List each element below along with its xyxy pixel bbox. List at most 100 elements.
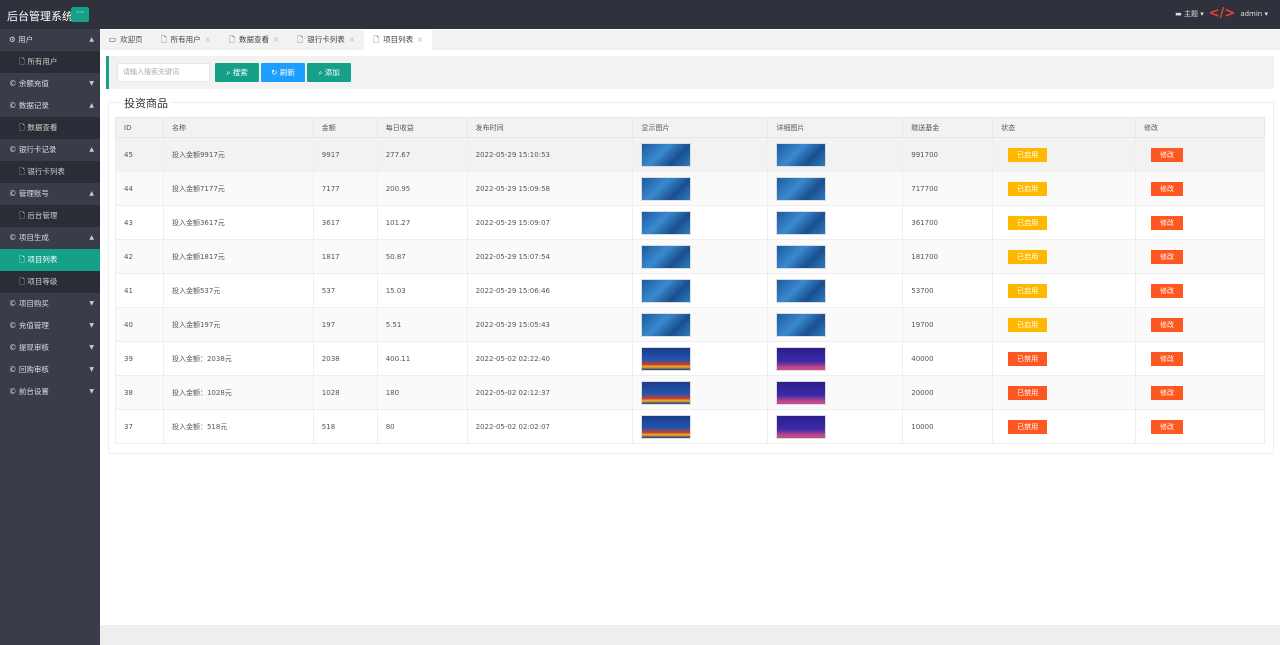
caret-down-icon: ▼ [89, 366, 94, 373]
status-button[interactable]: 已禁用 [1008, 419, 1048, 434]
sidebar-item[interactable]: 🗋 项目列表 [0, 249, 100, 271]
file-icon: 🗋 [19, 255, 26, 264]
cell-time: 2022-05-29 15:09:58 [466, 171, 634, 206]
window-icon: ▭ [109, 35, 117, 44]
edit-button[interactable]: 修改 [1151, 317, 1184, 332]
sidebar-item[interactable]: 🗋 数据查看 [0, 117, 100, 139]
sidebar-group[interactable]: © 项目购买 ▼ [0, 293, 100, 315]
display-image[interactable] [641, 312, 692, 337]
sidebar-group-label: 余额充值 [18, 79, 49, 88]
display-image[interactable] [641, 414, 692, 439]
tab[interactable]: 🗋 银行卡列表 × [288, 30, 364, 50]
chevron-down-icon: ▾ [1264, 10, 1268, 18]
cell-daily: 80 [376, 409, 468, 444]
sidebar-group[interactable]: © 回购审核 ▼ [0, 359, 100, 381]
column-header: 详细图片 [767, 117, 904, 138]
sidebar-group-label: 管理账号 [18, 189, 49, 198]
status-button[interactable]: 已禁用 [1008, 351, 1048, 366]
sidebar-group[interactable]: © 项目生成 ▲ [0, 227, 100, 249]
tab[interactable]: 🗋 数据查看 × [220, 30, 288, 50]
display-image[interactable] [641, 278, 692, 303]
display-image[interactable] [641, 210, 692, 235]
edit-button[interactable]: 修改 [1151, 283, 1184, 298]
display-image[interactable] [641, 244, 692, 269]
sidebar-group[interactable]: © 充值管理 ▼ [0, 315, 100, 337]
sidebar-group[interactable]: © 前台设置 ▼ [0, 381, 100, 403]
edit-button[interactable]: 修改 [1151, 249, 1184, 264]
caret-up-icon: ▲ [89, 36, 94, 43]
caret-up-icon: ▲ [89, 190, 94, 197]
sidebar-group[interactable]: © 提现审核 ▼ [0, 337, 100, 359]
circle-icon: © [9, 343, 17, 352]
tab[interactable]: 🗋 项目列表 × [364, 30, 433, 50]
sidebar-item[interactable]: 🗋 所有用户 [0, 51, 100, 73]
detail-image[interactable] [776, 244, 827, 269]
circle-icon: © [9, 79, 17, 88]
add-button[interactable]: ⌕ 添加 [307, 63, 351, 82]
detail-image[interactable] [776, 380, 827, 405]
detail-image[interactable] [776, 176, 827, 201]
sidebar-item[interactable]: 🗋 后台管理 [0, 205, 100, 227]
sidebar-group[interactable]: © 数据记录 ▲ [0, 95, 100, 117]
detail-image[interactable] [776, 414, 827, 439]
display-image[interactable] [641, 346, 692, 371]
tab[interactable]: ▭ 欢迎页 [100, 30, 152, 50]
status-button[interactable]: 已启用 [1008, 283, 1048, 298]
user-menu[interactable]: admin ▾ [1240, 10, 1268, 18]
sidebar-group-label: 项目生成 [18, 233, 49, 242]
close-icon[interactable]: × [417, 30, 423, 50]
edit-button[interactable]: 修改 [1151, 215, 1184, 230]
cell-name: 投入金额7177元 [162, 171, 314, 206]
detail-image[interactable] [776, 210, 827, 235]
display-image[interactable] [641, 142, 692, 167]
detail-image[interactable] [776, 312, 827, 337]
column-header: 每日收益 [376, 117, 468, 138]
status-button[interactable]: 已启用 [1008, 147, 1048, 162]
toolbar: 请输入搜索关键词 ⌕ 搜索 ↻ 刷新 ⌕ 添加 [106, 56, 1274, 89]
sidebar-group[interactable]: © 余额充值 ▼ [0, 73, 100, 95]
status-button[interactable]: 已启用 [1008, 215, 1048, 230]
search-button[interactable]: ⌕ 搜索 [215, 63, 259, 82]
edit-button[interactable]: 修改 [1151, 419, 1184, 434]
edit-button[interactable]: 修改 [1151, 351, 1184, 366]
sidebar-item[interactable]: 🗋 银行卡列表 [0, 161, 100, 183]
display-image[interactable] [641, 380, 692, 405]
circle-icon: © [9, 365, 17, 374]
tab[interactable]: 🗋 所有用户 × [152, 30, 220, 50]
edit-button[interactable]: 修改 [1151, 181, 1184, 196]
file-icon: 🗋 [19, 57, 26, 66]
menu-toggle-button[interactable]: ··· [71, 7, 89, 22]
close-icon[interactable]: × [349, 30, 355, 50]
status-button[interactable]: 已启用 [1008, 181, 1048, 196]
cell-name: 投入金额1817元 [162, 239, 314, 274]
sidebar-group[interactable]: ⚙ 用户 ▲ [0, 29, 100, 51]
cell-time: 2022-05-02 02:12:37 [466, 375, 634, 410]
caret-down-icon: ▼ [89, 80, 94, 87]
circle-icon: © [9, 101, 17, 110]
sidebar-group[interactable]: © 银行卡记录 ▲ [0, 139, 100, 161]
theme-menu[interactable]: ▬ 主题 ▾ [1175, 9, 1204, 19]
sidebar-item[interactable]: 🗋 项目等级 [0, 271, 100, 293]
table-row: 42 投入金额1817元 1817 50.87 2022-05-29 15:07… [115, 239, 1265, 274]
search-input[interactable]: 请输入搜索关键词 [117, 63, 210, 82]
detail-image[interactable] [776, 278, 827, 303]
detail-image[interactable] [776, 142, 827, 167]
sidebar-group[interactable]: © 管理账号 ▲ [0, 183, 100, 205]
detail-image[interactable] [776, 346, 827, 371]
file-icon: 🗋 [19, 211, 26, 220]
cell-fund: 40000 [902, 341, 994, 376]
status-button[interactable]: 已启用 [1008, 249, 1048, 264]
caret-up-icon: ▲ [89, 102, 94, 109]
cell-name: 投入金额9917元 [162, 137, 314, 172]
close-icon[interactable]: × [273, 30, 279, 50]
cell-id: 45 [115, 137, 164, 172]
status-button[interactable]: 已启用 [1008, 317, 1048, 332]
close-icon[interactable]: × [205, 30, 211, 50]
circle-icon: © [9, 299, 17, 308]
display-image[interactable] [641, 176, 692, 201]
caret-down-icon: ▼ [89, 344, 94, 351]
edit-button[interactable]: 修改 [1151, 147, 1184, 162]
status-button[interactable]: 已禁用 [1008, 385, 1048, 400]
edit-button[interactable]: 修改 [1151, 385, 1184, 400]
refresh-button[interactable]: ↻ 刷新 [261, 63, 305, 82]
